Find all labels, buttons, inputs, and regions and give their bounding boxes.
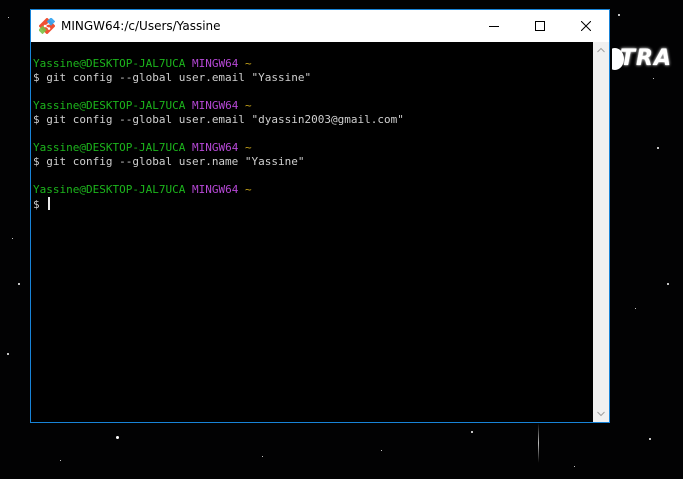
chevron-up-icon — [597, 47, 605, 53]
command-line: $ git config --global user.email "Yassin… — [31, 71, 593, 85]
maximize-button[interactable] — [517, 10, 563, 42]
prompt-symbol: $ — [33, 155, 40, 168]
star — [667, 283, 669, 285]
chevron-down-icon — [597, 411, 605, 417]
star — [471, 431, 473, 433]
prompt-path: ~ — [244, 99, 252, 112]
prompt-user: Yassine@DESKTOP-JAL7UCA — [33, 99, 186, 112]
close-button[interactable] — [563, 10, 609, 42]
prompt-host: MINGW64 — [191, 99, 239, 112]
scroll-down-button[interactable] — [593, 406, 609, 422]
command-text: git config --global user.name "Yassine" — [46, 155, 305, 168]
prompt-user: Yassine@DESKTOP-JAL7UCA — [33, 57, 186, 70]
light-streak — [538, 423, 539, 463]
prompt-host: MINGW64 — [191, 141, 239, 154]
prompt-host: MINGW64 — [191, 183, 239, 196]
prompt-symbol: $ — [33, 113, 40, 126]
star — [262, 456, 263, 457]
prompt-user: Yassine@DESKTOP-JAL7UCA — [33, 183, 186, 196]
star — [8, 17, 9, 18]
prompt-symbol: $ — [33, 71, 40, 84]
prompt-line: Yassine@DESKTOP-JAL7UCA MINGW64 ~ — [31, 183, 593, 197]
star — [12, 238, 13, 239]
close-icon — [581, 21, 591, 31]
prompt-line: Yassine@DESKTOP-JAL7UCA MINGW64 ~ — [31, 57, 593, 71]
terminal-output[interactable]: Yassine@DESKTOP-JAL7UCA MINGW64 ~ $ git … — [31, 42, 593, 422]
command-line: $ git config --global user.name "Yassine… — [31, 155, 593, 169]
vertical-scrollbar[interactable] — [593, 42, 609, 422]
command-text: git config --global user.email "Yassine" — [46, 71, 312, 84]
prompt-path: ~ — [244, 183, 252, 196]
git-bash-icon[interactable] — [38, 17, 56, 35]
title-bar[interactable]: MINGW64:/c/Users/Yassine — [31, 10, 609, 42]
minimize-button[interactable] — [471, 10, 517, 42]
maximize-icon — [535, 21, 545, 31]
prompt-user: Yassine@DESKTOP-JAL7UCA — [33, 141, 186, 154]
wallpaper-logo: TRA — [612, 40, 683, 80]
command-text: git config --global user.email "dyassin2… — [46, 113, 404, 126]
command-input-line[interactable]: $ — [31, 197, 593, 211]
prompt-line: Yassine@DESKTOP-JAL7UCA MINGW64 ~ — [31, 99, 593, 113]
star — [649, 438, 651, 440]
scroll-up-button[interactable] — [593, 42, 609, 58]
minimize-icon — [489, 26, 499, 27]
command-line: $ git config --global user.email "dyassi… — [31, 113, 593, 127]
prompt-line: Yassine@DESKTOP-JAL7UCA MINGW64 ~ — [31, 141, 593, 155]
star — [18, 283, 20, 285]
prompt-path: ~ — [244, 57, 252, 70]
terminal-window[interactable]: MINGW64:/c/Users/Yassine Yassine@DESKTOP… — [30, 9, 610, 423]
star — [60, 460, 61, 461]
star — [116, 436, 119, 439]
star — [574, 466, 575, 467]
star — [381, 450, 382, 451]
prompt-symbol: $ — [33, 198, 40, 211]
text-cursor — [48, 197, 51, 210]
prompt-host: MINGW64 — [191, 57, 239, 70]
star — [618, 14, 620, 16]
desktop: TRA MINGW64:/c/Users/Yassine Yassine@DES… — [0, 0, 683, 479]
prompt-path: ~ — [244, 141, 252, 154]
star — [635, 308, 636, 309]
star — [7, 353, 9, 355]
window-title: MINGW64:/c/Users/Yassine — [61, 19, 221, 33]
wallpaper-logo-text: TRA — [620, 46, 672, 71]
star — [657, 147, 659, 149]
